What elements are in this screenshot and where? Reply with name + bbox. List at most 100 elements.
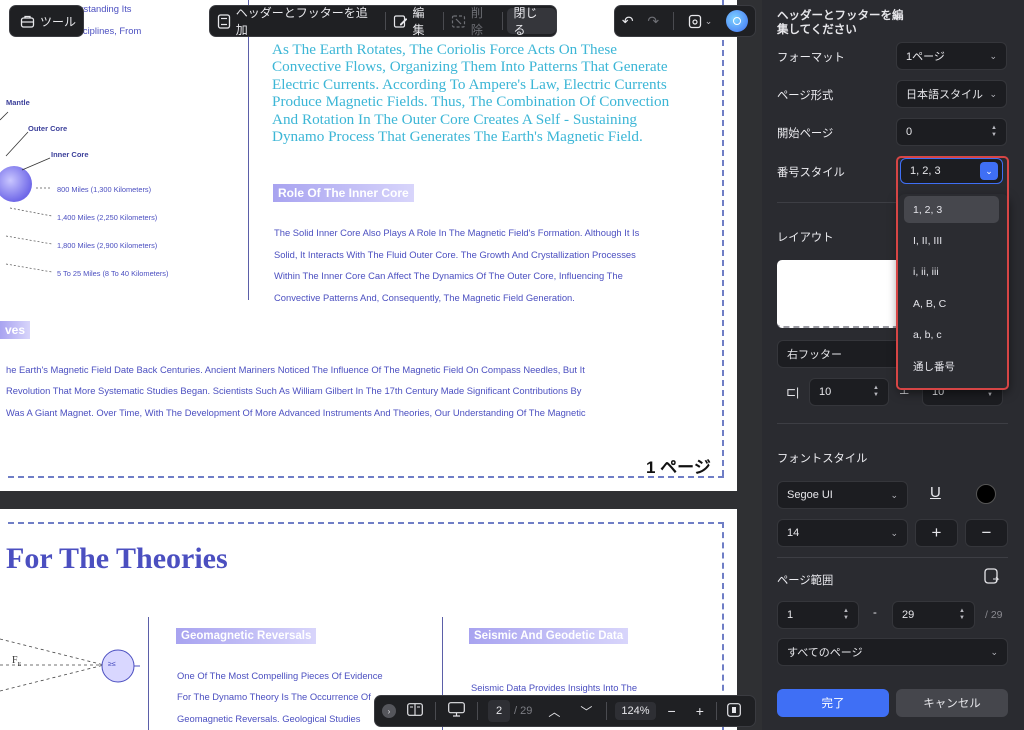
page-style-label: ページ形式 (777, 90, 834, 102)
start-page-stepper[interactable]: 0 ▲ ▼ (896, 118, 1007, 146)
previous-page-icon[interactable]: ︿ (548, 703, 560, 720)
diagram-distance: 800 Miles (1,300 Kilometers) (57, 185, 152, 194)
screenshot-menu-button[interactable]: ⌄ (688, 14, 712, 29)
edit-icon (393, 14, 408, 28)
page-number-footer[interactable]: 1 ページ (646, 453, 711, 478)
range-to-stepper[interactable]: 29 ▲ ▼ (892, 601, 975, 629)
document-viewer[interactable]: Understanding Its ic Disciplines, From A… (0, 0, 762, 730)
charge-circle (101, 649, 135, 683)
delete-button[interactable]: 削除 (444, 6, 501, 37)
body-paragraph-serif: As The Earth Rotates, The Coriolis Force… (272, 41, 722, 145)
ai-assistant-icon[interactable] (726, 10, 749, 32)
position-value: 右フッター (787, 349, 842, 361)
tools-button[interactable]: ツール (9, 5, 84, 37)
zoom-in-icon[interactable]: + (696, 703, 704, 719)
section-heading-seismic: Seismic And Geodetic Data (469, 628, 629, 644)
font-family-select[interactable]: Segoe UI ⌄ (777, 481, 908, 509)
body-line: Geomagnetic Reversals. Geological Studie… (177, 713, 361, 724)
left-margin-stepper[interactable]: 10 ▲ ▼ (809, 378, 889, 406)
zoom-out-icon[interactable]: − (668, 703, 676, 719)
font-size-select[interactable]: 14 ⌄ (777, 519, 908, 547)
range-scope-select[interactable]: すべてのページ ⌄ (777, 638, 1008, 666)
body-line: Seismic Data Provides Insights Into The (471, 682, 638, 693)
serif-line: Dynamo Process That Generates The Earth'… (272, 128, 643, 146)
toolbar-separator (606, 702, 608, 720)
range-separator: - (873, 607, 877, 619)
section-heading-inner-core: Role Of The Inner Core (273, 184, 414, 202)
cancel-button[interactable]: キャンセル (896, 689, 1008, 717)
format-select[interactable]: 1ページ ⌄ (896, 42, 1007, 70)
chevron-down-icon: ⌄ (989, 50, 997, 61)
reading-mode-icon[interactable] (407, 703, 423, 719)
serif-line: As The Earth Rotates, The Coriolis Force… (272, 41, 618, 58)
stepper-arrows-icon[interactable]: ▲▼ (843, 608, 849, 622)
body-line: Was A Giant Magnet. Over Time, With The … (6, 407, 586, 418)
format-value: 1ページ (906, 51, 945, 63)
current-page-input[interactable]: 2 (488, 700, 510, 722)
stepper-arrows-icon[interactable]: ▲▼ (991, 125, 997, 139)
screenshot-icon (688, 14, 701, 28)
done-button[interactable]: 完了 (777, 689, 889, 717)
start-page-value: 0 (906, 126, 913, 138)
section-heading-fragment: ves (0, 321, 31, 339)
font-color-swatch[interactable] (976, 484, 996, 504)
undo-icon[interactable]: ↶ (622, 13, 634, 30)
close-button[interactable]: 閉じる (506, 6, 557, 37)
stepper-arrows-icon[interactable]: ▲▼ (873, 385, 879, 399)
serif-line: Convective Flows, Organizing Them Into P… (272, 58, 668, 76)
panel-divider (777, 557, 1008, 558)
diagram-label-mantle: Mantle (6, 98, 30, 107)
chevron-down-icon: ⌄ (989, 88, 997, 99)
body-line: The Solid Inner Core Also Plays A Role I… (274, 227, 640, 238)
delete-label: 削除 (470, 6, 483, 37)
chevron-down-icon: ⌄ (890, 489, 898, 500)
add-header-footer-button[interactable]: ヘッダーとフッターを追加 (210, 6, 385, 37)
next-page-icon[interactable]: ﹀ (580, 703, 592, 720)
leader-line (9, 207, 53, 217)
zoom-level[interactable]: 124% (615, 702, 656, 720)
delete-icon (452, 14, 466, 28)
font-size-increase-button[interactable]: + (915, 519, 958, 547)
field-line (0, 664, 105, 692)
number-style-label: 番号スタイル (777, 167, 845, 179)
chevron-down-icon: ⌄ (890, 527, 898, 538)
font-style-label: フォントスタイル (777, 453, 868, 465)
diagram-label-outer-core: Outer Core (28, 124, 68, 133)
font-size-value: 14 (787, 527, 800, 539)
diagram-distance: 5 To 25 Miles (8 To 40 Kilometers) (57, 269, 169, 278)
circle-label: ≥≤ (108, 661, 116, 668)
font-family-value: Segoe UI (787, 489, 833, 501)
fit-page-icon[interactable] (727, 702, 741, 720)
redo-icon[interactable]: ↷ (647, 13, 659, 30)
range-scope-value: すべてのページ (787, 647, 863, 659)
page-range-settings-icon[interactable] (984, 568, 1000, 587)
stepper-arrows-icon[interactable]: ▲▼ (959, 608, 965, 622)
chevron-down-icon: ⌄ (990, 646, 998, 657)
page-1: Understanding Its ic Disciplines, From A… (0, 0, 737, 491)
section-title: For The Theories (6, 542, 228, 575)
underline-icon[interactable]: U (930, 484, 941, 501)
edit-button[interactable]: 編集 (386, 6, 443, 37)
range-from-stepper[interactable]: 1 ▲ ▼ (777, 601, 859, 629)
force-diagram (0, 638, 140, 692)
page-range-label: ページ範囲 (777, 575, 834, 587)
tools-label: ツール (40, 14, 77, 29)
inner-core-pointer (21, 157, 51, 171)
header-guide-horizontal (8, 522, 724, 524)
left-margin-value: 10 (819, 386, 832, 398)
presentation-icon[interactable] (448, 702, 465, 720)
toolbar-separator (501, 12, 503, 30)
diagram-distance: 1,400 Miles (2,250 Kilometers) (57, 213, 158, 222)
collapse-arrow-icon[interactable]: › (382, 704, 396, 718)
footer-guide-horizontal (8, 476, 724, 478)
range-total: / 29 (985, 609, 1003, 621)
edit-label: 編集 (412, 6, 425, 37)
leader-line (5, 263, 53, 273)
body-line: Convective Patterns And, Consequently, T… (274, 292, 575, 303)
page-total: / 29 (514, 705, 533, 717)
font-size-decrease-button[interactable]: − (965, 519, 1008, 547)
highlight-annotation (896, 156, 1009, 390)
diagram-distance: 1,800 Miles (2,900 Kilometers) (57, 241, 158, 250)
left-margin-icon: ⊏| (786, 385, 800, 399)
page-style-select[interactable]: 日本語スタイル ⌄ (896, 80, 1007, 108)
